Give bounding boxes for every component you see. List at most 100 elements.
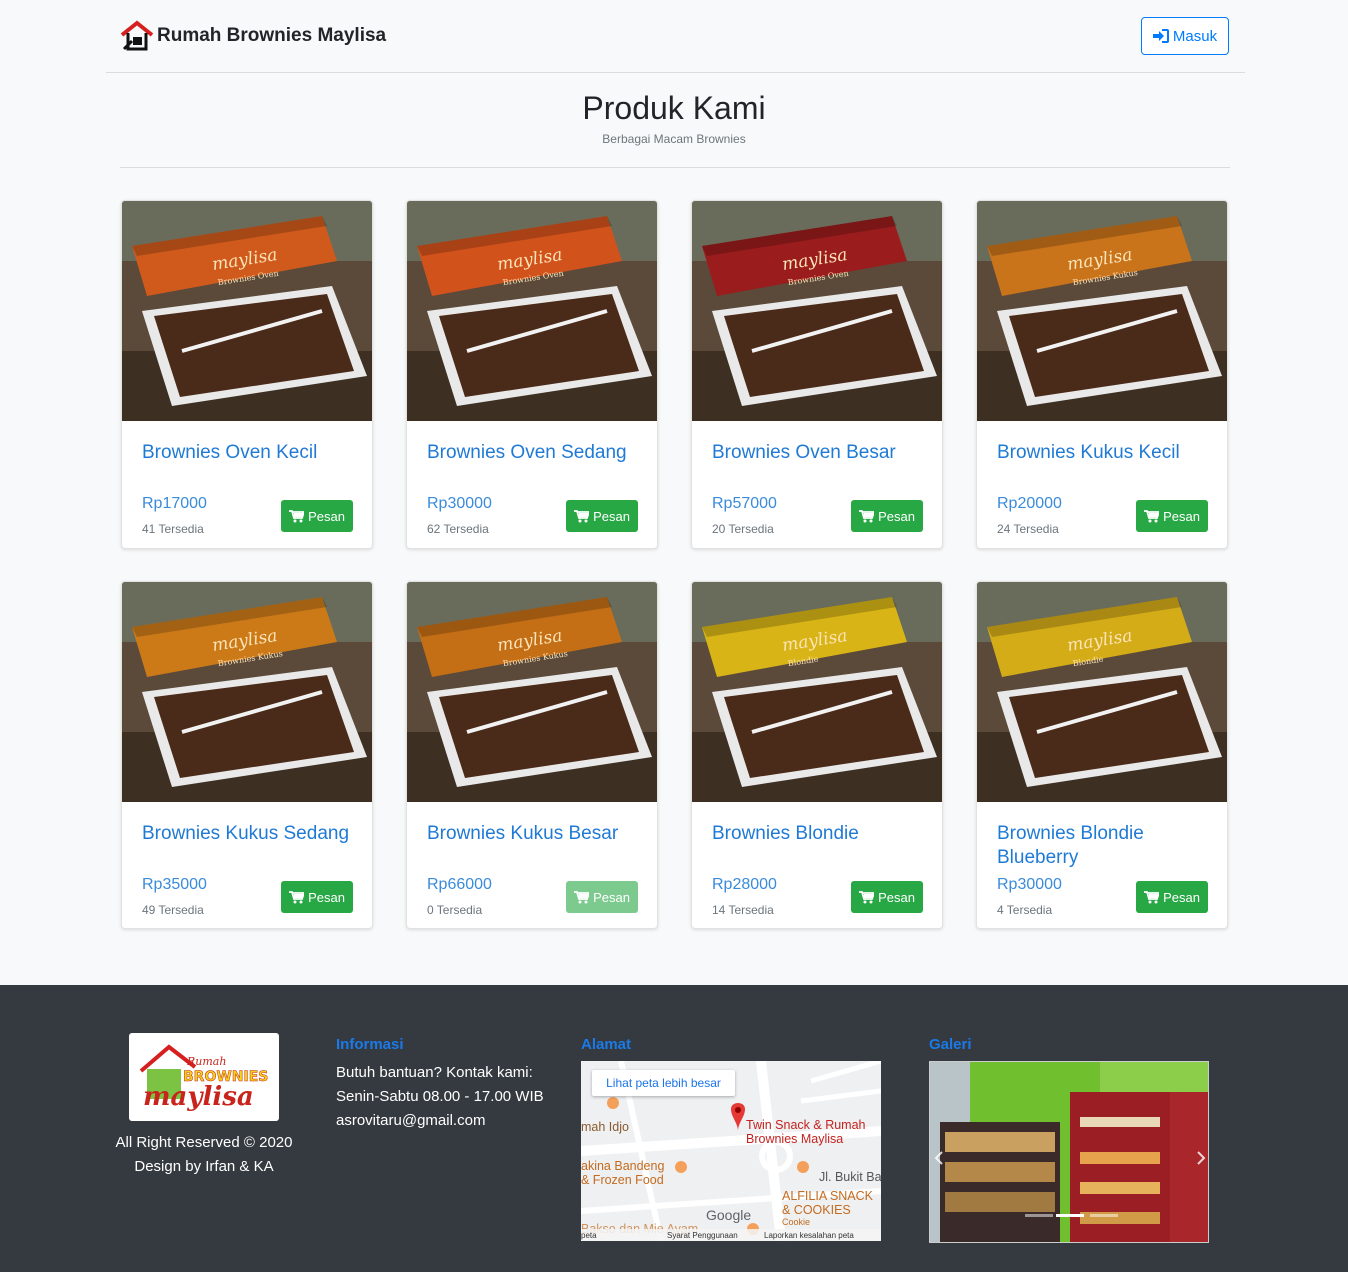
product-stock: 0 Tersedia — [427, 903, 483, 917]
order-button[interactable]: Pesan — [281, 500, 353, 532]
svg-text:akina Bandeng: akina Bandeng — [581, 1159, 664, 1173]
cart-icon — [289, 509, 305, 522]
product-stock: 24 Tersedia — [997, 522, 1059, 536]
product-card: maylisa Brownies Kukus Brownies Kukus Se… — [121, 581, 373, 929]
brand-name: Rumah Brownies Maylisa — [157, 25, 387, 46]
product-stock: 20 Tersedia — [712, 522, 774, 536]
product-stock: 4 Tersedia — [997, 903, 1053, 917]
order-button-label: Pesan — [593, 508, 630, 524]
product-name[interactable]: Brownies Oven Besar — [712, 441, 927, 465]
cart-icon — [574, 890, 590, 903]
product-card: maylisa Brownies Kukus Brownies Kukus Ke… — [976, 200, 1228, 549]
login-label: Masuk — [1172, 27, 1218, 45]
svg-text:Brownies Maylisa: Brownies Maylisa — [746, 1132, 843, 1146]
cart-icon — [289, 890, 305, 903]
order-button-label: Pesan — [308, 508, 345, 524]
product-image: maylisa Blondie — [977, 582, 1227, 802]
order-button[interactable]: Pesan — [566, 500, 638, 532]
product-image: maylisa Brownies Kukus — [407, 582, 657, 802]
order-button[interactable]: Pesan — [1136, 500, 1208, 532]
product-name[interactable]: Brownies Blondie — [712, 822, 927, 846]
design-credit: Design by Irfan & KA — [134, 1158, 274, 1175]
product-card: maylisa Blondie Brownies Blondie Blueber… — [976, 581, 1228, 929]
svg-text:Laporkan kesalahan peta: Laporkan kesalahan peta — [764, 1231, 854, 1240]
order-button-label: Pesan — [593, 889, 630, 905]
svg-text:& COOKIES: & COOKIES — [782, 1203, 851, 1217]
product-stock: 49 Tersedia — [142, 903, 204, 917]
copyright: All Right Reserved © 2020 Design by Irfa… — [104, 1131, 304, 1179]
page-title: Produk Kami — [582, 90, 766, 126]
product-name[interactable]: Brownies Kukus Sedang — [142, 822, 357, 846]
product-stock: 62 Tersedia — [427, 522, 489, 536]
sign-in-icon — [1152, 29, 1169, 43]
cart-icon — [574, 509, 590, 522]
svg-text:ALFILIA SNACK: ALFILIA SNACK — [782, 1189, 874, 1203]
product-card: maylisa Brownies Kukus Brownies Kukus Be… — [406, 581, 658, 929]
order-button[interactable]: Pesan — [851, 881, 923, 913]
order-button[interactable]: Pesan — [566, 881, 638, 913]
map-embed[interactable]: Twin Snack & Rumah Brownies Maylisa mah … — [581, 1061, 881, 1241]
opening-hours: Senin-Sabtu 08.00 - 17.00 WIB — [336, 1088, 544, 1105]
cart-icon — [859, 509, 875, 522]
svg-text:Cookie: Cookie — [782, 1217, 810, 1227]
product-image: maylisa Brownies Kukus — [977, 201, 1227, 421]
svg-text:mah Idjo: mah Idjo — [581, 1120, 629, 1134]
gallery-carousel[interactable] — [929, 1061, 1209, 1243]
login-button[interactable]: Masuk — [1141, 17, 1229, 55]
info-line: Butuh bantuan? Kontak kami: — [336, 1064, 533, 1081]
product-image: maylisa Blondie — [692, 582, 942, 802]
product-price: Rp30000 — [427, 495, 492, 512]
order-button-label: Pesan — [1163, 889, 1200, 905]
product-price: Rp57000 — [712, 495, 777, 512]
order-button[interactable]: Pesan — [851, 500, 923, 532]
info-block: Butuh bantuan? Kontak kami: Senin-Sabtu … — [336, 1061, 544, 1133]
footer-logo: Rumah BROWNIES maylisa — [129, 1033, 279, 1121]
page-subtitle: Berbagai Macam Brownies — [602, 132, 746, 146]
gallery-heading: Galeri — [929, 1036, 972, 1053]
product-price: Rp66000 — [427, 876, 492, 893]
order-button-label: Pesan — [1163, 508, 1200, 524]
product-name[interactable]: Brownies Kukus Kecil — [997, 441, 1212, 465]
product-price: Rp20000 — [997, 495, 1062, 512]
svg-text:maylisa: maylisa — [143, 1082, 254, 1112]
footer: Rumah BROWNIES maylisa All Right Reserve… — [0, 985, 1348, 1272]
order-button-label: Pesan — [308, 889, 345, 905]
product-price: Rp17000 — [142, 495, 207, 512]
order-button[interactable]: Pesan — [1136, 881, 1208, 913]
product-image: maylisa Brownies Oven — [407, 201, 657, 421]
order-button[interactable]: Pesan — [281, 881, 353, 913]
product-stock: 41 Tersedia — [142, 522, 204, 536]
brand[interactable]: Rumah Brownies Maylisa — [120, 19, 386, 53]
cart-icon — [1144, 890, 1160, 903]
product-card: maylisa Blondie Brownies Blondie Rp28000… — [691, 581, 943, 929]
view-larger-map-link[interactable]: Lihat peta lebih besar — [592, 1070, 735, 1096]
info-heading: Informasi — [336, 1036, 404, 1053]
product-name[interactable]: Brownies Blondie Blueberry — [997, 822, 1212, 870]
product-name[interactable]: Brownies Oven Kecil — [142, 441, 357, 465]
svg-text:Syarat Penggunaan: Syarat Penggunaan — [667, 1231, 738, 1240]
svg-text:Rumah: Rumah — [186, 1055, 226, 1068]
product-card: maylisa Brownies Oven Brownies Oven Seda… — [406, 200, 658, 549]
product-price: Rp28000 — [712, 876, 777, 893]
order-button-label: Pesan — [878, 508, 915, 524]
cart-icon — [859, 890, 875, 903]
svg-text:Google: Google — [706, 1207, 751, 1223]
copyright-text: All Right Reserved © 2020 — [115, 1134, 293, 1151]
product-image: maylisa Brownies Oven — [122, 201, 372, 421]
house-logo-icon — [120, 20, 154, 51]
product-price: Rp35000 — [142, 876, 207, 893]
svg-text:Twin Snack & Rumah: Twin Snack & Rumah — [746, 1118, 866, 1132]
svg-text:& Frozen Food: & Frozen Food — [581, 1173, 664, 1187]
cart-icon — [1144, 509, 1160, 522]
divider — [120, 167, 1230, 168]
product-name[interactable]: Brownies Kukus Besar — [427, 822, 642, 846]
product-image: maylisa Brownies Kukus — [122, 582, 372, 802]
product-stock: 14 Tersedia — [712, 903, 774, 917]
contact-email[interactable]: asrovitaru@gmail.com — [336, 1109, 544, 1133]
svg-text:peta: peta — [581, 1231, 597, 1240]
order-button-label: Pesan — [878, 889, 915, 905]
product-price: Rp30000 — [997, 876, 1062, 893]
product-image: maylisa Brownies Oven — [692, 201, 942, 421]
product-name[interactable]: Brownies Oven Sedang — [427, 441, 642, 465]
product-card: maylisa Brownies Oven Brownies Oven Keci… — [121, 200, 373, 549]
